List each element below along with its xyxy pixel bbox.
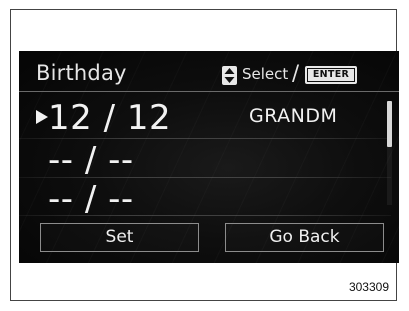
list-item[interactable]: 12 / 12 GRANDM	[19, 98, 399, 138]
set-button[interactable]: Set	[40, 223, 199, 252]
enter-key-label: ENTER	[307, 68, 355, 82]
enter-key-icon: ENTER	[305, 66, 357, 84]
row-divider	[19, 138, 391, 139]
screen-title: Birthday	[36, 61, 127, 85]
display-screen: Birthday Select / ENTER 12 / 12 GRANDM -…	[19, 51, 399, 263]
row-divider	[19, 177, 391, 178]
birthday-date: 12 / 12	[48, 98, 172, 138]
screen-header: Birthday Select / ENTER	[19, 61, 399, 92]
figure-number: 303309	[348, 280, 389, 294]
up-down-arrows-icon	[222, 66, 237, 85]
select-hint-label: Select	[242, 65, 289, 83]
birthday-date: -- / --	[48, 140, 134, 180]
scrollbar-thumb[interactable]	[387, 101, 392, 147]
go-back-button[interactable]: Go Back	[225, 223, 384, 252]
birthday-date: -- / --	[48, 179, 134, 219]
selection-pointer-icon	[36, 110, 48, 124]
list-scrollbar[interactable]	[387, 101, 392, 205]
hint-separator: /	[292, 61, 300, 85]
list-item[interactable]: -- / --	[19, 140, 399, 180]
list-item[interactable]: -- / --	[19, 179, 399, 219]
contact-name: GRANDM	[249, 105, 338, 127]
row-divider	[19, 215, 391, 216]
